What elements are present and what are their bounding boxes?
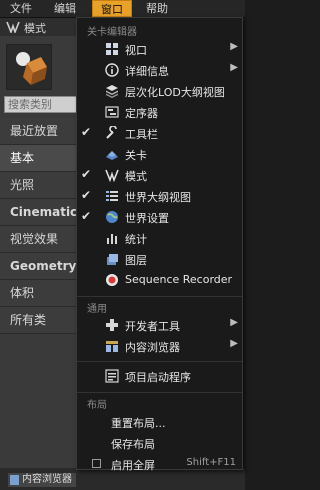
stats-icon — [107, 234, 117, 244]
menu-item-sequence-recorder[interactable]: Sequence Recorder — [77, 270, 242, 290]
sequencer-icon — [105, 106, 119, 118]
menu-item-world-settings[interactable]: ✔ 世界设置 — [77, 207, 242, 227]
checkmark-icon: ✔ — [81, 167, 92, 181]
levels-icon — [106, 151, 118, 160]
menu-item-sequencer[interactable]: 定序器 — [77, 102, 242, 122]
window-menu: 关卡编辑器 视口 ▶ 详细信息 ▶ 层次化LOD大纲视图 定序器 ✔ 工具栏 关… — [76, 17, 243, 472]
modes-icon — [6, 21, 20, 33]
menu-item-label: 详细信息 — [125, 65, 169, 78]
menu-item-label: 项目启动程序 — [125, 371, 191, 384]
toolbar-icon — [106, 126, 117, 139]
menu-item-label: 层次化LOD大纲视图 — [125, 86, 225, 99]
menu-item-label: 开发者工具 — [125, 320, 180, 333]
menu-item-label: 统计 — [125, 233, 147, 246]
menu-item-developer-tools[interactable]: 开发者工具 ▶ — [77, 315, 242, 335]
menu-item-label: 定序器 — [125, 107, 158, 120]
menu-item-label: 世界大纲视图 — [125, 191, 191, 204]
menu-item-label: 世界设置 — [125, 212, 169, 225]
submenu-arrow-icon: ▶ — [230, 317, 238, 328]
menu-file[interactable]: 文件 — [4, 0, 38, 17]
menu-item-details[interactable]: 详细信息 ▶ — [77, 60, 242, 80]
submenu-arrow-icon: ▶ — [230, 41, 238, 52]
menu-item-label: Sequence Recorder — [125, 273, 233, 286]
menu-item-label: 模式 — [125, 170, 147, 183]
section-layout: 布局 — [87, 400, 107, 411]
checkmark-icon: ✔ — [81, 188, 92, 202]
project-launcher-icon — [105, 369, 119, 383]
info-icon — [105, 63, 119, 77]
menu-item-enable-fullscreen[interactable]: 启用全屏 Shift+F11 — [77, 454, 242, 474]
viewport-icon — [106, 43, 118, 55]
menu-bar: 文件 编辑 窗口 帮助 — [0, 0, 245, 18]
menu-item-layers[interactable]: 图层 — [77, 249, 242, 269]
separator — [77, 361, 242, 362]
menu-item-label: 保存布局 — [111, 438, 155, 451]
menu-item-levels[interactable]: 关卡 — [77, 144, 242, 164]
content-browser-icon — [106, 341, 118, 352]
world-settings-icon — [106, 211, 118, 223]
menu-item-label: 图层 — [125, 254, 147, 267]
menu-edit[interactable]: 编辑 — [48, 0, 82, 17]
section-level-editor: 关卡编辑器 — [87, 27, 137, 38]
content-browser-tab-label: 内容浏览器 — [22, 474, 72, 485]
fullscreen-checkbox[interactable] — [92, 459, 101, 468]
menu-item-project-launcher[interactable]: 项目启动程序 — [77, 366, 242, 386]
menu-item-hlod-outliner[interactable]: 层次化LOD大纲视图 — [77, 81, 242, 101]
menu-item-world-outliner[interactable]: ✔ 世界大纲视图 — [77, 186, 242, 206]
menu-item-viewport[interactable]: 视口 ▶ — [77, 39, 242, 59]
place-mode-button[interactable] — [6, 44, 52, 90]
menu-help[interactable]: 帮助 — [140, 0, 174, 17]
cube-icon — [16, 52, 47, 85]
menu-item-statistics[interactable]: 统计 — [77, 228, 242, 248]
outliner-icon — [106, 191, 118, 201]
modes-icon — [105, 169, 119, 182]
separator — [77, 296, 242, 297]
menu-item-content-browser[interactable]: 内容浏览器 ▶ — [77, 336, 242, 356]
menu-item-label: 视口 — [125, 44, 147, 57]
shortcut-text: Shift+F11 — [186, 457, 236, 468]
menu-window[interactable]: 窗口 — [92, 0, 132, 17]
menu-item-modes[interactable]: ✔ 模式 — [77, 165, 242, 185]
menu-item-label: 启用全屏 — [111, 459, 155, 472]
menu-item-reset-layout[interactable]: 重置布局... — [77, 412, 242, 432]
separator — [77, 392, 242, 393]
content-browser-tab[interactable]: 内容浏览器 — [8, 473, 76, 487]
menu-item-toolbar[interactable]: ✔ 工具栏 — [77, 123, 242, 143]
checkmark-icon: ✔ — [81, 125, 92, 139]
record-icon — [106, 274, 118, 286]
menu-item-save-layout[interactable]: 保存布局 — [77, 433, 242, 453]
developer-tools-icon — [106, 319, 118, 331]
menu-item-label: 关卡 — [125, 149, 147, 162]
content-browser-icon — [10, 475, 19, 485]
modes-title: 模式 — [24, 22, 46, 35]
section-general: 通用 — [87, 304, 107, 315]
layers-icon — [107, 254, 118, 265]
menu-item-label: 内容浏览器 — [125, 341, 180, 354]
hlod-icon — [106, 85, 118, 98]
submenu-arrow-icon: ▶ — [230, 62, 238, 73]
menu-item-label: 工具栏 — [125, 128, 158, 141]
menu-item-label: 重置布局... — [111, 417, 166, 430]
checkmark-icon: ✔ — [81, 209, 92, 223]
submenu-arrow-icon: ▶ — [230, 338, 238, 349]
